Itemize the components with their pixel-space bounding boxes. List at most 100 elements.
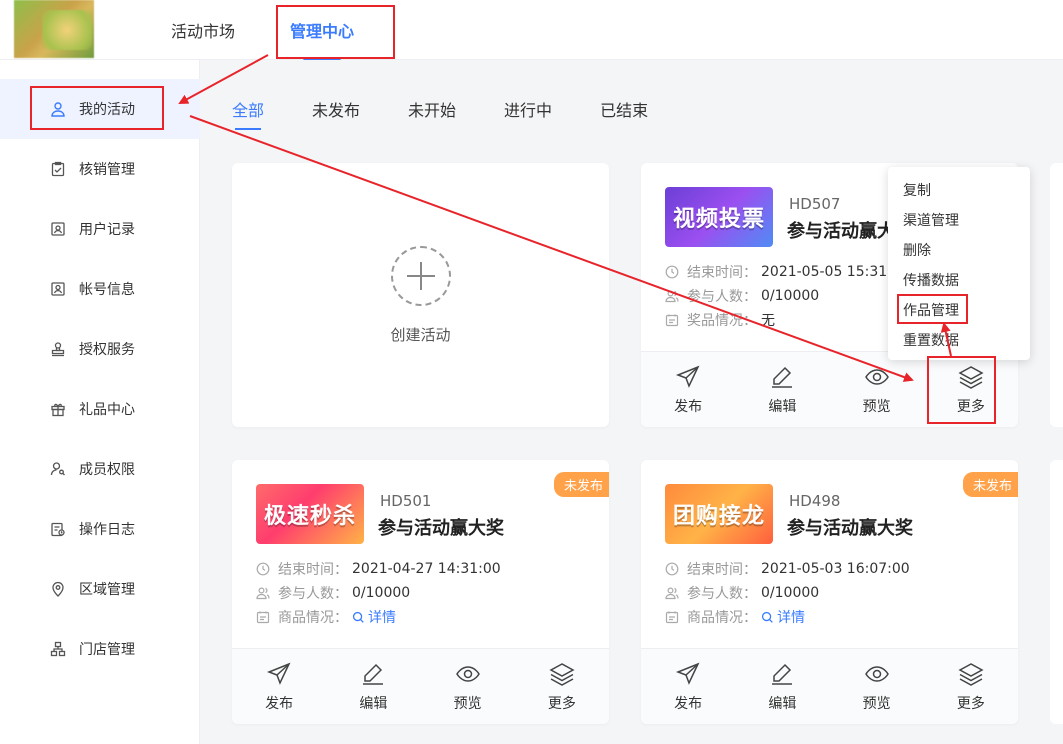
sidebar-item-gift-center[interactable]: 礼品中心 <box>0 379 200 439</box>
nav-activity-market[interactable]: 活动市场 <box>171 0 235 60</box>
prize-icon <box>665 313 679 327</box>
create-activity-label: 创建活动 <box>390 325 451 344</box>
member-key-icon <box>50 461 66 477</box>
clock-icon <box>665 265 679 279</box>
end-time-value: 2021-04-27 14:31:00 <box>352 561 501 577</box>
end-time-row: 结束时间： 2021-05-05 15:31:0 <box>665 262 901 282</box>
card-actions: 发布 编辑 预览 更多 <box>232 648 609 724</box>
sidebar-item-user-records[interactable]: 用户记录 <box>0 199 200 259</box>
participants-label: 参与人数： <box>687 289 757 305</box>
end-time-label: 结束时间： <box>687 562 757 578</box>
sidebar-item-label: 用户记录 <box>79 222 135 238</box>
details-link[interactable]: 详情 <box>352 607 396 627</box>
more-button[interactable]: 更多 <box>924 649 1018 724</box>
top-bar: 活动市场 管理中心 <box>0 0 1063 60</box>
sidebar-item-verification[interactable]: 核销管理 <box>0 139 200 199</box>
publish-button[interactable]: 发布 <box>641 649 735 724</box>
preview-button[interactable]: 预览 <box>830 649 924 724</box>
sidebar-item-label: 授权服务 <box>79 342 135 358</box>
people-icon <box>665 289 679 303</box>
plus-icon <box>390 245 451 306</box>
sidebar-item-account-info[interactable]: 帐号信息 <box>0 259 200 319</box>
tab-in-progress[interactable]: 进行中 <box>504 92 552 130</box>
tab-ended[interactable]: 已结束 <box>600 92 648 130</box>
goods-row: 商品情况： 详情 <box>256 607 396 627</box>
more-button[interactable]: 更多 <box>515 649 609 724</box>
search-icon <box>352 611 364 623</box>
tab-unpublished[interactable]: 未发布 <box>312 92 360 130</box>
prize-row: 奖品情况：无 <box>665 310 775 330</box>
edit-button[interactable]: 编辑 <box>735 649 829 724</box>
create-activity-card[interactable]: 创建活动 <box>232 163 609 427</box>
participants-label: 参与人数： <box>278 586 348 602</box>
menu-item-copy[interactable]: 复制 <box>903 180 931 200</box>
details-link-label: 详情 <box>368 610 396 626</box>
send-icon <box>676 365 700 388</box>
more-label: 更多 <box>956 695 985 712</box>
gift-icon <box>50 401 66 417</box>
menu-item-spread-data[interactable]: 传播数据 <box>903 270 959 290</box>
sidebar-item-member-permissions[interactable]: 成员权限 <box>0 439 200 499</box>
menu-item-channel-management[interactable]: 渠道管理 <box>903 210 959 230</box>
annotation-box-works-management <box>897 294 968 324</box>
preview-button[interactable]: 预览 <box>830 352 924 427</box>
org-chart-icon <box>50 641 66 657</box>
participants-row: 参与人数： 0/10000 <box>665 583 819 603</box>
status-badge: 未发布 <box>553 472 609 497</box>
sidebar-item-store-management[interactable]: 门店管理 <box>0 619 200 679</box>
status-badge: 未发布 <box>962 472 1018 497</box>
publish-button[interactable]: 发布 <box>232 649 326 724</box>
preview-label: 预览 <box>453 695 482 712</box>
details-link[interactable]: 详情 <box>761 607 805 627</box>
sidebar-item-authorization[interactable]: 授权服务 <box>0 319 200 379</box>
edit-label: 编辑 <box>768 398 797 415</box>
goods-icon <box>256 610 270 624</box>
participants-label: 参与人数： <box>687 586 757 602</box>
prize-value: 无 <box>761 313 775 329</box>
activity-card: 极速秒杀 未发布 HD501 参与活动赢大奖 结束时间： 2021-04-27 1… <box>232 460 609 724</box>
eye-icon <box>864 665 889 682</box>
card-actions: 发布 编辑 预览 更多 <box>641 648 1018 724</box>
end-time-row: 结束时间： 2021-04-27 14:31:00 <box>256 559 501 579</box>
edit-button[interactable]: 编辑 <box>735 352 829 427</box>
clock-icon <box>665 562 679 576</box>
goods-label: 商品情况： <box>687 610 757 626</box>
sidebar-item-label: 门店管理 <box>79 642 135 658</box>
activity-title: 参与活动赢大 <box>787 221 895 242</box>
menu-item-reset-data[interactable]: 重置数据 <box>903 330 959 350</box>
end-time-value: 2021-05-05 15:31:0 <box>761 264 901 280</box>
people-icon <box>665 586 679 600</box>
preview-label: 预览 <box>862 695 891 712</box>
more-label: 更多 <box>547 695 576 712</box>
id-card-icon <box>50 221 66 237</box>
goods-label: 商品情况： <box>278 610 348 626</box>
preview-button[interactable]: 预览 <box>421 649 515 724</box>
layers-icon <box>549 662 575 686</box>
activity-card: 团购接龙 未发布 HD498 参与活动赢大奖 结束时间： 2021-05-03 1… <box>641 460 1018 724</box>
eye-icon <box>455 665 480 682</box>
goods-icon <box>665 610 679 624</box>
sidebar-item-region-management[interactable]: 区域管理 <box>0 559 200 619</box>
logo <box>14 0 94 58</box>
search-icon <box>761 611 773 623</box>
clipboard-check-icon <box>50 161 66 177</box>
location-icon <box>50 581 66 597</box>
end-time-value: 2021-05-03 16:07:00 <box>761 561 910 577</box>
sidebar-item-operation-log[interactable]: 操作日志 <box>0 499 200 559</box>
menu-item-delete[interactable]: 删除 <box>903 240 931 260</box>
partial-card <box>1050 460 1063 724</box>
more-dropdown-menu: 复制 渠道管理 删除 传播数据 作品管理 重置数据 <box>888 167 1030 360</box>
participants-row: 参与人数： 0/10000 <box>665 286 819 306</box>
activity-thumbnail: 极速秒杀 <box>256 484 364 544</box>
publish-button[interactable]: 发布 <box>641 352 735 427</box>
edit-button[interactable]: 编辑 <box>326 649 420 724</box>
publish-label: 发布 <box>674 398 703 415</box>
preview-label: 预览 <box>862 398 891 415</box>
tab-not-started[interactable]: 未开始 <box>408 92 456 130</box>
tab-all[interactable]: 全部 <box>232 92 264 130</box>
sidebar-item-label: 成员权限 <box>79 462 135 478</box>
participants-row: 参与人数： 0/10000 <box>256 583 410 603</box>
eye-icon <box>864 368 889 385</box>
annotation-box-management <box>276 5 395 59</box>
layers-icon <box>958 662 984 686</box>
